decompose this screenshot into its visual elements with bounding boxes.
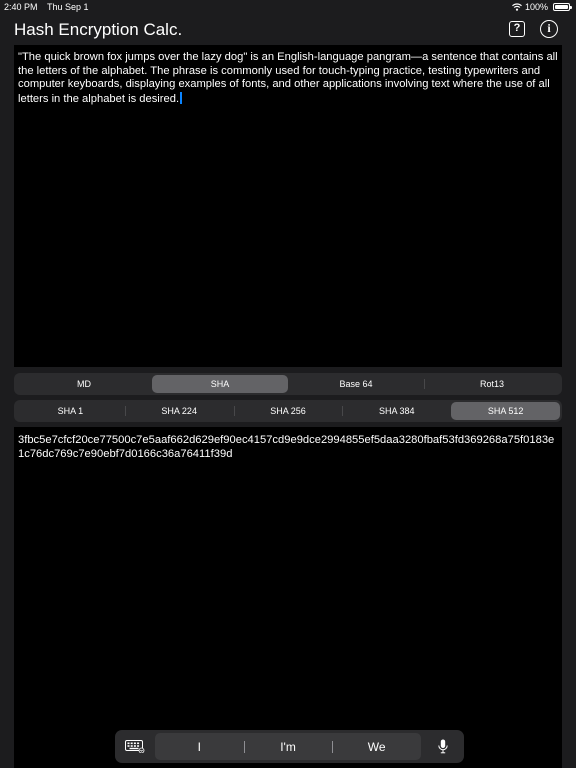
status-bar: 2:40 PM Thu Sep 1 100% — [0, 0, 576, 14]
text-caret — [180, 91, 182, 104]
status-indicators: 100% — [512, 2, 572, 12]
battery-percent: 100% — [524, 2, 548, 12]
tab-sha256[interactable]: SHA 256 — [233, 402, 343, 420]
hash-output[interactable]: 3fbc5e7cfcf20ce77500c7e5aaf662d629ef90ec… — [14, 427, 562, 467]
algorithm-segmented-control: MD SHA Base 64 Rot13 — [14, 373, 562, 395]
status-time: 2:40 PM — [4, 2, 38, 12]
tab-rot13[interactable]: Rot13 — [424, 375, 560, 393]
microphone-icon[interactable] — [421, 730, 464, 763]
prediction-3[interactable]: We — [332, 740, 421, 754]
help-button[interactable]: ? — [509, 21, 525, 37]
input-text-content[interactable]: "The quick brown fox jumps over the lazy… — [14, 45, 562, 112]
tab-sha384[interactable]: SHA 384 — [342, 402, 451, 420]
tab-sha1[interactable]: SHA 1 — [16, 402, 125, 420]
tab-sha224[interactable]: SHA 224 — [124, 402, 234, 420]
tab-sha[interactable]: SHA — [152, 375, 288, 393]
keyboard-shortcut-bar: I I'm We — [115, 730, 464, 763]
status-date: Thu Sep 1 — [47, 2, 89, 12]
info-button[interactable]: i — [540, 20, 558, 38]
input-text: "The quick brown fox jumps over the lazy… — [18, 51, 558, 105]
prediction-2[interactable]: I'm — [243, 740, 333, 754]
input-text-area[interactable]: "The quick brown fox jumps over the lazy… — [14, 45, 562, 367]
tab-base64[interactable]: Base 64 — [288, 375, 424, 393]
variant-segmented-control: SHA 1 SHA 224 SHA 256 SHA 384 SHA 512 — [14, 400, 562, 422]
app-screen: 2:40 PM Thu Sep 1 100% Hash Encryption C… — [0, 0, 576, 768]
tab-sha512[interactable]: SHA 512 — [451, 402, 560, 420]
tab-md[interactable]: MD — [16, 375, 152, 393]
predictive-text-bar: I I'm We — [155, 733, 421, 760]
battery-icon — [553, 3, 572, 11]
page-title: Hash Encryption Calc. — [14, 20, 183, 39]
prediction-1[interactable]: I — [155, 740, 244, 754]
keyboard-icon[interactable] — [115, 730, 155, 763]
output-text-area[interactable]: 3fbc5e7cfcf20ce77500c7e5aaf662d629ef90ec… — [14, 427, 562, 768]
wifi-icon — [512, 3, 522, 11]
